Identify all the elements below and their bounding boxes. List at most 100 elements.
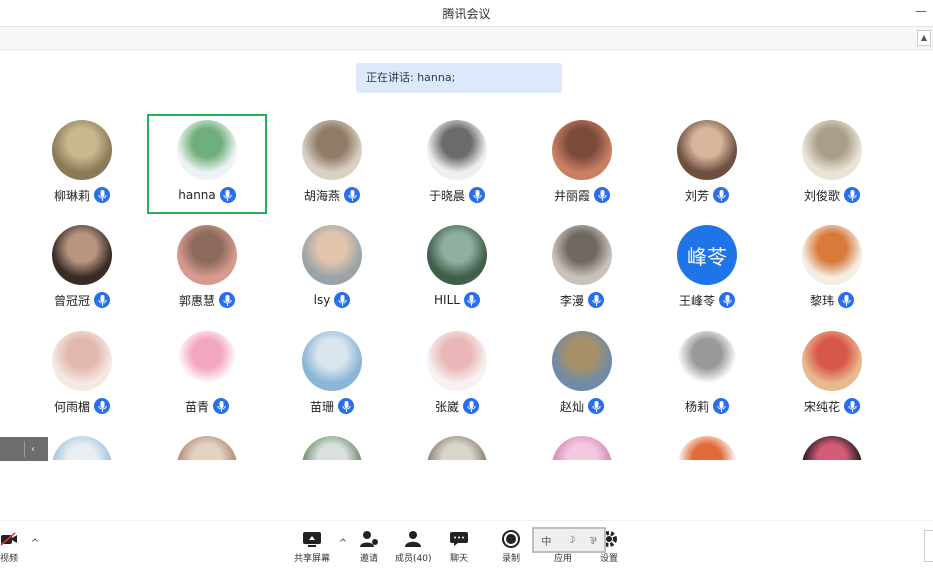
handle-divider [24,441,25,457]
record-icon [500,529,522,549]
participant-name-row: 李漫 [522,291,642,309]
participant-tile[interactable]: 峰苓 王峰苓 [647,219,767,319]
members-button[interactable]: 成员(40) [395,529,431,564]
avatar [52,331,112,391]
participant-name-row: 张崴 [397,397,517,415]
microphone-icon [588,398,604,414]
microphone-icon [334,292,351,308]
participant-name-row: 苗青 [147,397,267,415]
participant-tile[interactable]: 刘芳 [647,114,767,214]
participant-tile[interactable]: 杨莉 [647,325,767,425]
avatar [177,436,237,460]
microphone-icon [463,398,479,414]
avatar [427,436,487,460]
participant-tile[interactable]: 张崴 [397,325,517,425]
participant-tile[interactable]: 黎玮 [772,219,892,319]
participant-name: 苗青 [184,399,209,414]
avatar [177,120,237,180]
members-label: 成员(40) [395,554,432,564]
camera-icon [0,529,20,549]
video-options-button[interactable]: ^ [24,533,46,553]
participant-name: 于晓晨 [428,188,465,203]
avatar [52,120,112,180]
participant-tile[interactable] [522,430,642,460]
participant-tile[interactable]: 柳琳莉 [22,114,142,214]
share-screen-label: 共享屏幕 [294,554,331,564]
chat-label: 聊天 [449,554,468,564]
invite-user-icon [358,529,380,549]
share-screen-button[interactable]: 共享屏幕 [294,529,330,564]
avatar [677,120,737,180]
record-button[interactable]: 录制 [500,529,522,564]
participant-tile[interactable] [647,430,767,460]
microphone-icon [463,292,480,308]
participant-name-row: 刘芳 [647,186,767,204]
participant-name-row: 于晓晨 [397,186,517,204]
chevron-left-icon[interactable]: ‹ [31,444,35,455]
participant-tile[interactable]: 胡海燕 [272,114,392,214]
microphone-icon [469,187,485,203]
video-button[interactable]: 视频 [0,529,20,564]
participant-tile[interactable] [397,430,517,460]
ime-chinese-toggle[interactable]: 中 [541,533,551,548]
participant-name-row: 宋纯花 [772,397,892,415]
participant-tile[interactable]: hanna [147,114,267,214]
microphone-icon [219,187,236,203]
participant-tile[interactable] [772,430,892,460]
participant-name: 张崴 [434,399,459,414]
participant-tile[interactable] [147,430,267,460]
participant-name-row: 刘俊歌 [772,186,892,204]
invite-button[interactable]: 邀请 [358,529,380,564]
avatar [302,436,362,460]
participant-tile[interactable]: HILL [397,219,517,319]
participant-tile[interactable]: 刘俊歌 [772,114,892,214]
avatar [302,120,362,180]
avatar [52,225,112,285]
chat-button[interactable]: 聊天 [448,529,470,564]
ime-toolbar[interactable]: 中 ☽ ⅌ [532,527,606,553]
speaking-text: 正在讲话: hanna; [366,71,456,84]
participant-name-row: 郭惠慧 [147,291,267,309]
ime-moon-icon[interactable]: ☽ [566,535,575,546]
record-label: 录制 [501,554,520,564]
participant-tile[interactable]: 李漫 [522,219,642,319]
avatar [427,120,487,180]
microphone-icon [219,292,235,308]
participant-tile[interactable]: 何雨楣 [22,325,142,425]
participant-tile[interactable]: 曾冠冠 [22,219,142,319]
participant-name-row: 曾冠冠 [22,291,142,309]
microphone-icon [594,187,610,203]
participant-tile[interactable]: 郭惠慧 [147,219,267,319]
invite-label: 邀请 [359,554,378,564]
participant-tile[interactable]: 宋纯花 [772,325,892,425]
side-panel-handle[interactable]: ‹ [0,437,48,461]
microphone-icon [838,292,854,308]
participant-name-row: 王峰苓 [647,291,767,309]
participant-tile[interactable]: 苗青 [147,325,267,425]
microphone-icon [588,292,604,308]
participant-name: 郭惠慧 [178,293,215,308]
participant-tile[interactable]: 井丽霞 [522,114,642,214]
participant-name-row: 胡海燕 [272,186,392,204]
microphone-icon [344,187,360,203]
avatar [677,436,737,460]
participant-tile[interactable]: lsy [272,219,392,319]
chat-icon [448,529,470,549]
participant-name-row: 井丽霞 [522,186,642,204]
participant-name: 宋纯花 [803,399,840,414]
share-options-button[interactable]: ^ [332,533,354,553]
participant-name: hanna [178,188,216,202]
participant-name: 柳琳莉 [53,188,90,203]
participant-tile[interactable]: 苗珊 [272,325,392,425]
microphone-icon [213,398,229,414]
microphone-icon [94,292,110,308]
avatar [802,120,862,180]
speaking-indicator: 正在讲话: hanna; [356,63,562,93]
participant-tile[interactable]: 赵灿 [522,325,642,425]
participant-name-row: 柳琳莉 [22,186,142,204]
participant-tile[interactable]: 于晓晨 [397,114,517,214]
ime-punct-icon[interactable]: ⅌ [590,533,597,547]
avatar [552,436,612,460]
right-panel-handle[interactable] [924,530,933,562]
participant-tile[interactable] [272,430,392,460]
